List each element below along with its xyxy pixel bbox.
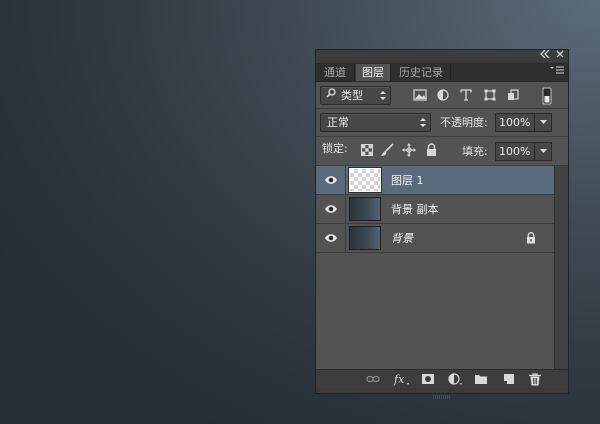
filter-kind-dropdown[interactable]: 类型 [320,86,391,105]
tab-layers[interactable]: 图层 [356,64,391,81]
svg-text:fx: fx [393,373,405,386]
eye-icon[interactable] [324,174,338,186]
lock-transparent-pixels-icon[interactable] [361,144,374,157]
resize-grip-icon[interactable] [433,388,451,399]
shape-layer-filter-icon[interactable] [484,89,498,103]
layer-row[interactable]: 图层 1 [316,166,554,195]
tab-history[interactable]: 历史记录 [392,64,451,81]
adjustment-layer-filter-icon[interactable] [437,89,451,103]
layer-thumbnail[interactable] [348,167,382,193]
tab-channels[interactable]: 通道 [316,64,355,81]
opacity-dropdown-button[interactable] [535,113,552,132]
fx-icon[interactable]: fx [393,373,411,386]
search-icon [326,87,336,104]
add-mask-icon[interactable] [421,373,435,385]
blend-mode-label: 正常 [327,116,349,129]
layer-thumbnail[interactable] [349,226,381,250]
filter-toggle-icon[interactable] [542,87,552,105]
eye-icon[interactable] [324,232,338,244]
layer-name[interactable]: 背景 [391,224,413,253]
layers-bottom-bar: fx [316,369,568,388]
opacity-label: 不透明度: [440,116,488,129]
panel-titlebar[interactable] [316,49,568,64]
panel-tabs: 通道 图层 历史记录 [316,64,568,82]
layer-row[interactable]: 背景 副本 [316,195,554,224]
brush-icon[interactable] [380,143,394,156]
filter-kind-label: 类型 [341,89,363,102]
new-adjustment-layer-icon[interactable] [448,373,466,385]
layer-row[interactable]: 背景 [316,224,554,253]
lock-icon[interactable] [426,143,439,156]
smart-object-filter-icon[interactable] [507,89,521,103]
type-layer-filter-icon[interactable] [460,89,474,103]
collapse-icon[interactable] [539,49,551,63]
fill-input[interactable]: 100% [495,142,535,161]
eye-icon[interactable] [324,203,338,215]
opacity-input[interactable]: 100% [495,113,535,132]
layer-name[interactable]: 图层 1 [391,166,424,195]
link-icon[interactable] [366,373,380,385]
divider [345,195,346,224]
move-icon[interactable] [402,143,416,157]
fill-dropdown-button[interactable] [535,142,552,161]
blend-bar: 正常 不透明度: 100% [316,109,568,137]
layer-list: 图层 1 背景 副本 背景 [316,166,554,369]
new-layer-icon[interactable] [502,373,516,385]
layer-lock-icon [526,232,538,245]
pixel-layer-filter-icon[interactable] [413,89,427,103]
lock-label: 锁定: [322,142,348,155]
updown-arrow-icon [420,114,426,137]
updown-arrow-icon [380,87,386,110]
fill-label: 填充: [462,145,488,158]
divider [345,166,346,195]
layer-list-scrollbar[interactable] [554,166,568,369]
layer-thumbnail[interactable] [349,197,381,221]
folder-icon[interactable] [474,373,488,385]
panel-menu-icon[interactable] [550,64,564,81]
blend-mode-dropdown[interactable]: 正常 [320,113,431,132]
divider [345,224,346,253]
trash-icon[interactable] [528,373,542,386]
filter-bar: 类型 [316,82,568,109]
layer-name[interactable]: 背景 副本 [391,195,439,224]
lock-bar: 锁定: 填充: 100% [316,137,568,166]
close-icon[interactable] [554,50,566,63]
layers-panel: 通道 图层 历史记录 类型 正常 不透明度: 100% 锁定: 填充: 100%… [315,49,569,399]
